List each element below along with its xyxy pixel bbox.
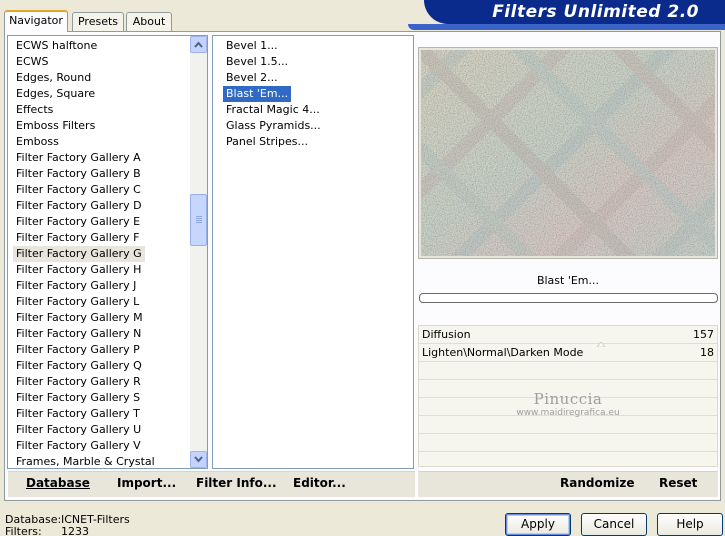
tab-about[interactable]: About (126, 12, 172, 31)
category-item[interactable]: Filter Factory Gallery R (13, 374, 144, 390)
status-value: 1233 (61, 525, 89, 536)
param-value: 18 (700, 346, 714, 359)
watermark: Pinuccia www.maidiregrafica.eu (418, 390, 718, 418)
preview-action-bar: Randomize Reset (418, 471, 718, 497)
param-row-empty (419, 362, 717, 380)
scroll-thumb[interactable] (190, 194, 207, 246)
watermark-name: Pinuccia (533, 390, 603, 408)
reset-button[interactable]: Reset (659, 476, 697, 490)
database-button[interactable]: Database (26, 476, 90, 490)
scroll-up-button[interactable] (190, 36, 207, 53)
filter-info-button[interactable]: Filter Info... (196, 476, 277, 490)
category-item[interactable]: Filter Factory Gallery P (13, 342, 143, 358)
filter-item[interactable]: Bevel 1... (223, 38, 281, 54)
help-button[interactable]: Help (657, 513, 723, 536)
filter-item[interactable]: Bevel 2... (223, 70, 281, 86)
category-item[interactable]: Filter Factory Gallery Q (13, 358, 145, 374)
progress-bar (419, 293, 718, 303)
filter-item[interactable]: Fractal Magic 4... (223, 102, 323, 118)
category-item[interactable]: Filter Factory Gallery E (13, 214, 143, 230)
category-item[interactable]: Edges, Round (13, 70, 94, 86)
category-item[interactable]: ECWS (13, 54, 52, 70)
param-row-empty (419, 452, 717, 470)
param-row-mode[interactable]: Lighten\Normal\Darken Mode 18 (419, 344, 717, 362)
header-banner: Filters Unlimited 2.0 (424, 0, 725, 24)
category-item[interactable]: Filter Factory Gallery B (13, 166, 144, 182)
tab-presets[interactable]: Presets (72, 12, 124, 31)
param-label: Diffusion (422, 328, 471, 341)
category-item[interactable]: Filter Factory Gallery U (13, 422, 144, 438)
category-item[interactable]: Edges, Square (13, 86, 98, 102)
app-title: Filters Unlimited 2.0 (492, 2, 699, 22)
category-list[interactable]: ECWS halftone ECWS Edges, Round Edges, Squa… (7, 35, 208, 469)
category-item[interactable]: Frames, Marble & Crystal (13, 454, 158, 468)
category-item[interactable]: Filter Factory Gallery H (13, 262, 144, 278)
cancel-button[interactable]: Cancel (581, 513, 647, 536)
status-filters: Filters: 1233 (5, 525, 89, 536)
category-item[interactable]: Effects (13, 102, 56, 118)
param-value: 157 (693, 328, 714, 341)
randomize-button[interactable]: Randomize (560, 476, 634, 490)
category-item[interactable]: Emboss Filters (13, 118, 98, 134)
preview-filter-name: Blast 'Em... (536, 274, 600, 287)
category-scrollbar[interactable] (190, 36, 207, 468)
param-row-empty (419, 416, 717, 434)
category-item[interactable]: Filter Factory Gallery T (13, 406, 143, 422)
category-item[interactable]: Filter Factory Gallery S (13, 390, 143, 406)
category-item[interactable]: Filter Factory Gallery N (13, 326, 144, 342)
status-label: Filters: (5, 525, 42, 536)
category-item[interactable]: ECWS halftone (13, 38, 100, 54)
category-item[interactable]: Filter Factory Gallery L (13, 294, 142, 310)
category-item[interactable]: Filter Factory Gallery F (13, 230, 142, 246)
category-item[interactable]: Filter Factory Gallery M (13, 310, 146, 326)
filter-item[interactable]: Bevel 1.5... (223, 54, 291, 70)
watermark-url: www.maidiregrafica.eu (516, 408, 620, 418)
preview-image (421, 50, 715, 256)
category-item[interactable]: Filter Factory Gallery V (13, 438, 144, 454)
scroll-down-button[interactable] (190, 451, 207, 468)
import-button[interactable]: Import... (117, 476, 176, 490)
tab-navigator[interactable]: Navigator (4, 10, 68, 32)
category-item[interactable]: Filter Factory Gallery J (13, 278, 139, 294)
category-item[interactable]: Filter Factory Gallery C (13, 182, 144, 198)
editor-button[interactable]: Editor... (293, 476, 346, 490)
param-row-empty (419, 434, 717, 452)
apply-button[interactable]: Apply (505, 513, 571, 536)
category-item[interactable]: Emboss (13, 134, 62, 150)
chevron-down-icon (194, 456, 203, 463)
navigator-action-bar: Database Import... Filter Info... Editor… (8, 471, 415, 497)
category-item[interactable]: Filter Factory Gallery A (13, 150, 144, 166)
filter-item[interactable]: Glass Pyramids... (223, 118, 324, 134)
filter-list[interactable]: Bevel 1... Bevel 1.5... Bevel 2... Blast 'E… (212, 35, 414, 469)
param-label: Lighten\Normal\Darken Mode (422, 346, 584, 359)
category-item[interactable]: Filter Factory Gallery D (13, 198, 145, 214)
filter-item[interactable]: Panel Stripes... (223, 134, 311, 150)
preview-area[interactable] (418, 47, 718, 259)
param-row-diffusion[interactable]: Diffusion 157 (419, 326, 717, 347)
banner-stripe (408, 24, 725, 30)
filter-item[interactable]: Blast 'Em... (221, 85, 293, 103)
chevron-up-icon (194, 41, 203, 48)
category-item[interactable]: Filter Factory Gallery G (13, 246, 145, 262)
